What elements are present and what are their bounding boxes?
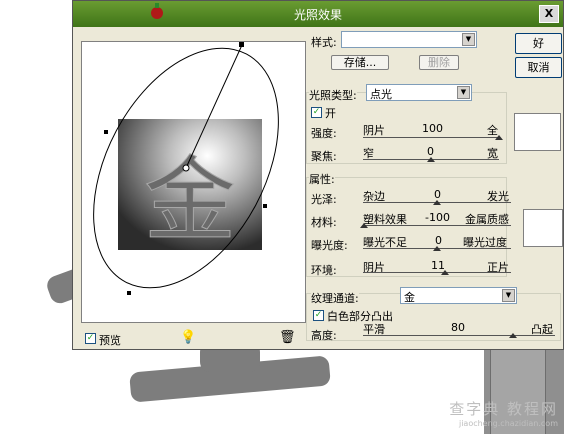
light-color-swatch[interactable]	[514, 113, 561, 151]
delete-style-button[interactable]: 删除	[419, 55, 459, 70]
light-direction-handle[interactable]	[239, 42, 244, 47]
light-size-handle-bottom[interactable]	[127, 291, 131, 295]
cancel-button[interactable]: 取消	[515, 57, 562, 78]
chevron-down-icon: ▼	[462, 33, 475, 46]
light-bulb-icon[interactable]: 💡	[180, 331, 196, 344]
light-type-value: 点光	[370, 88, 392, 101]
gloss-slider-thumb[interactable]	[433, 200, 441, 205]
ambience-color-swatch[interactable]	[523, 209, 563, 247]
trash-icon[interactable]: 🗑	[279, 331, 296, 344]
height-label: 高度:	[311, 329, 337, 342]
intensity-value: 100	[422, 122, 443, 135]
material-label: 材料:	[311, 216, 337, 229]
preview-checkbox[interactable]: ✓	[85, 333, 96, 344]
lighting-effects-dialog: 光照效果 X 金 ✓ 预览 💡 🗑 样式: ▼ 存储... 删除 好 取消 光照…	[72, 0, 564, 350]
ambience-slider-thumb[interactable]	[441, 270, 449, 275]
style-select[interactable]: ▼	[341, 31, 477, 48]
texture-channel-select[interactable]: 金 ▼	[400, 287, 517, 304]
properties-header: 属性:	[309, 171, 335, 187]
light-on-checkbox[interactable]: ✓	[311, 107, 322, 118]
watermark: 查字典 教程网 jiaocheng.chazidian.com	[449, 398, 558, 428]
material-slider-track[interactable]	[363, 225, 511, 226]
ambience-slider-track[interactable]	[363, 272, 511, 273]
exposure-label: 曝光度:	[311, 239, 348, 252]
light-center-handle[interactable]	[182, 164, 190, 172]
style-label: 样式:	[311, 36, 337, 49]
intensity-left-label: 阴片	[363, 124, 385, 137]
close-button[interactable]: X	[539, 5, 559, 23]
texture-channel-value: 金	[404, 291, 415, 304]
light-size-handle-right[interactable]	[263, 204, 267, 208]
height-slider-thumb[interactable]	[509, 333, 517, 338]
watermark-sub: jiaocheng.chazidian.com	[458, 419, 558, 428]
ambience-label: 环境:	[311, 264, 337, 277]
height-value: 80	[451, 321, 465, 334]
light-type-select[interactable]: 点光 ▼	[366, 84, 472, 101]
gloss-label: 光泽:	[311, 193, 337, 206]
light-type-label: 光照类型:	[309, 87, 357, 103]
texture-channel-label: 纹理通道:	[311, 290, 359, 306]
intensity-label: 强度:	[311, 127, 337, 140]
title-bar: 光照效果 X	[73, 1, 563, 27]
height-slider-track[interactable]	[363, 335, 555, 336]
dialog-title: 光照效果	[293, 8, 342, 22]
light-on-label: 开	[325, 107, 336, 120]
intensity-slider-thumb[interactable]	[495, 135, 503, 140]
light-size-handle-left[interactable]	[104, 130, 108, 134]
preview-label: 预览	[99, 334, 121, 347]
focus-label: 聚焦:	[311, 150, 337, 163]
exposure-slider-thumb[interactable]	[433, 246, 441, 251]
watermark-main: 查字典 教程网	[449, 400, 558, 418]
chevron-down-icon: ▼	[457, 86, 470, 99]
preview-area[interactable]: 金	[81, 41, 306, 323]
ok-button[interactable]: 好	[515, 33, 562, 54]
save-style-button[interactable]: 存储...	[331, 55, 389, 70]
preview-glyph: 金	[144, 147, 236, 254]
material-value: -100	[425, 211, 450, 224]
white-high-checkbox[interactable]: ✓	[313, 310, 324, 321]
focus-slider-thumb[interactable]	[427, 157, 435, 162]
intensity-slider-track[interactable]	[363, 137, 499, 138]
material-slider-thumb[interactable]	[360, 223, 368, 228]
preview-canvas: 金	[93, 42, 279, 295]
chevron-down-icon: ▼	[502, 289, 515, 302]
